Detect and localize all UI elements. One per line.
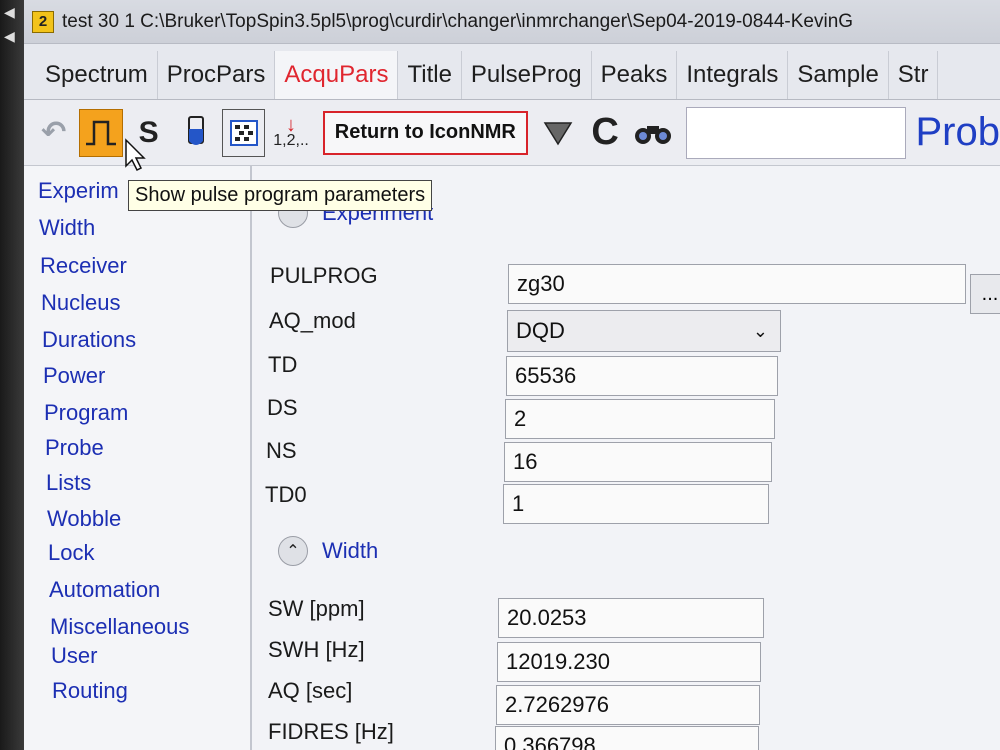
window-title: test 30 1 C:\Bruker\TopSpin3.5pl5\prog\c… [62, 10, 854, 32]
section-header-width[interactable]: ⌃ Width [278, 536, 378, 566]
param-label: SWH [Hz] [268, 637, 365, 662]
sample-tube-button[interactable] [174, 109, 217, 157]
pulprog-input[interactable]: zg30 [508, 264, 966, 304]
sidebar-item-miscellaneous[interactable]: Miscellaneous [50, 614, 189, 640]
search-input[interactable] [686, 106, 906, 159]
sw-ppm-input[interactable]: 20.0253 [498, 598, 764, 638]
c-button[interactable]: C [583, 109, 626, 157]
probe-heading: Prob [915, 110, 1000, 154]
ns-input[interactable]: 16 [504, 442, 772, 482]
red-arrow-icon: ↓ [286, 113, 297, 136]
topspin-window: 2 test 30 1 C:\Bruker\TopSpin3.5pl5\prog… [24, 0, 1000, 750]
lists-label: 1,2,.. [273, 131, 309, 149]
tab-pulseprog[interactable]: PulseProg [462, 51, 592, 99]
parameter-panel: ⌃ Experiment PULPROG zg30 ... AQ_mod DQD… [252, 166, 1000, 750]
sidebar-item-routing[interactable]: Routing [52, 678, 128, 704]
param-label: AQ_mod [269, 308, 356, 333]
td-input[interactable]: 65536 [506, 356, 778, 396]
sidebar-item-probe[interactable]: Probe [45, 435, 104, 461]
fidres-input[interactable]: 0.366798 [495, 726, 759, 750]
sidebar-item-lock[interactable]: Lock [48, 540, 94, 566]
param-label: TD [268, 352, 298, 377]
sidebar-item-lists[interactable]: Lists [46, 470, 91, 496]
monitor-edge: ◀ ◀ [0, 0, 24, 750]
mouse-cursor-icon [125, 138, 146, 172]
param-label: AQ [sec] [268, 678, 353, 703]
tab-bar: Spectrum ProcPars AcquPars Title PulsePr… [24, 44, 1000, 100]
sidebar-item-user[interactable]: User [51, 643, 97, 669]
triangle-down-icon [543, 121, 572, 145]
param-label: FIDRES [Hz] [268, 719, 394, 744]
sidebar-item-power[interactable]: Power [43, 363, 105, 389]
pulse-program-params-button[interactable] [79, 108, 123, 157]
tab-integrals[interactable]: Integrals [677, 51, 789, 99]
pulse-icon [86, 120, 117, 145]
parameter-sidebar: Experim Width Receiver Nucleus Durations… [24, 166, 252, 750]
sidebar-item-program[interactable]: Program [44, 400, 128, 426]
tab-sample[interactable]: Sample [788, 51, 889, 99]
tab-structure[interactable]: Str [889, 51, 939, 99]
param-label: DS [267, 395, 298, 420]
tab-title[interactable]: Title [398, 51, 462, 99]
td0-input[interactable]: 1 [503, 484, 769, 524]
return-to-iconnmr-button[interactable]: Return to IconNMR [322, 110, 528, 155]
tooltip: Show pulse program parameters [128, 180, 433, 211]
left-arrow-icon: ◀ [4, 4, 15, 20]
lists-button[interactable]: ↓ 1,2,.. [269, 109, 312, 157]
section-title: Width [322, 538, 379, 563]
dropdown-triangle-button[interactable] [536, 109, 579, 157]
tab-peaks[interactable]: Peaks [592, 51, 678, 99]
collapse-icon: ⌃ [278, 536, 308, 566]
undo-button[interactable]: ↶ [32, 109, 75, 157]
param-label: PULPROG [270, 263, 378, 288]
param-label: SW [ppm] [268, 596, 365, 621]
left-arrow-icon: ◀ [4, 28, 15, 44]
search-binoculars-button[interactable] [631, 109, 674, 157]
sidebar-item-width[interactable]: Width [39, 215, 95, 241]
aq-mod-select[interactable]: DQD ⌄ [507, 310, 781, 352]
sidebar-item-nucleus[interactable]: Nucleus [41, 290, 120, 316]
title-bar: 2 test 30 1 C:\Bruker\TopSpin3.5pl5\prog… [24, 0, 1000, 44]
binoculars-icon [634, 125, 671, 144]
toolbar: ↶ S ↓ 1,2,.. Return to IconNMR C Prob [24, 100, 1000, 166]
sample-tube-icon [188, 115, 205, 145]
undo-icon: ↶ [41, 116, 67, 149]
matrix-button[interactable] [221, 108, 266, 157]
sidebar-item-durations[interactable]: Durations [42, 327, 136, 353]
browse-button[interactable]: ... [970, 274, 1000, 314]
tab-procpars[interactable]: ProcPars [158, 51, 276, 99]
tab-spectrum[interactable]: Spectrum [36, 51, 158, 99]
sidebar-item-experiment[interactable]: Experim [38, 178, 119, 204]
chevron-down-icon: ⌄ [752, 320, 768, 341]
ds-input[interactable]: 2 [505, 399, 775, 439]
sidebar-item-wobble[interactable]: Wobble [47, 506, 121, 532]
sidebar-item-automation[interactable]: Automation [49, 577, 160, 603]
param-label: TD0 [265, 482, 307, 507]
param-label: NS [266, 438, 297, 463]
select-value: DQD [516, 318, 565, 343]
aq-sec-input[interactable]: 2.7262976 [496, 685, 760, 725]
window-number-badge: 2 [32, 10, 54, 33]
swh-hz-input[interactable]: 12019.230 [497, 642, 761, 682]
tab-acqupars[interactable]: AcquPars [275, 51, 399, 99]
matrix-icon [229, 119, 258, 146]
sidebar-item-receiver[interactable]: Receiver [40, 253, 127, 279]
